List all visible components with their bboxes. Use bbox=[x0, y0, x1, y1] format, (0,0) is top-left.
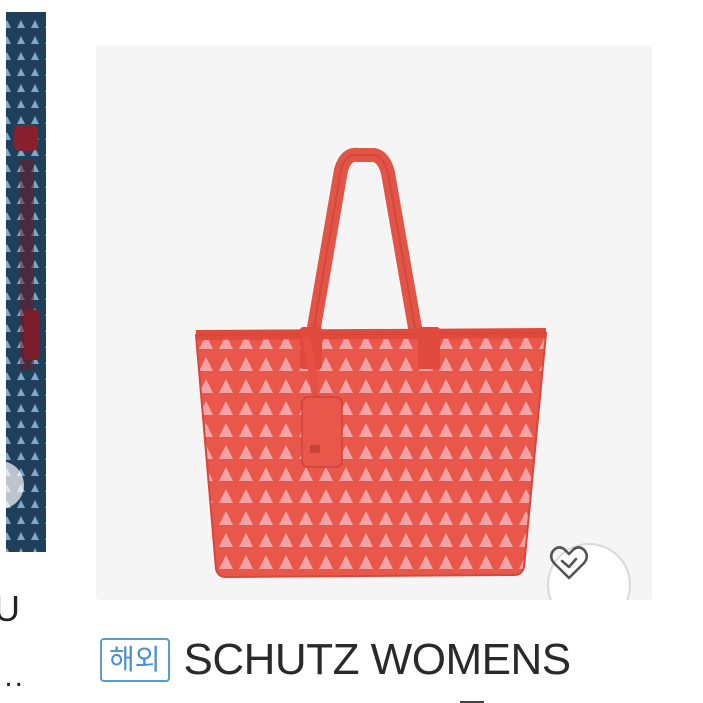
product-card-left[interactable]: U ... bbox=[0, 0, 46, 703]
overseas-badge: 해외 bbox=[100, 638, 170, 682]
product-title-left-ellipsis: ... bbox=[0, 660, 26, 693]
product-title-line2-cropped bbox=[100, 694, 560, 703]
product-image bbox=[194, 147, 548, 579]
product-thumbnail-left[interactable] bbox=[0, 0, 46, 552]
product-grid: U ... bbox=[0, 0, 703, 703]
heart-icon bbox=[549, 546, 589, 580]
product-title-left[interactable]: U bbox=[0, 588, 20, 630]
product-title-row[interactable]: 해외 SCHUTZ WOMENS bbox=[100, 630, 571, 690]
product-card[interactable]: 해외 SCHUTZ WOMENS bbox=[96, 0, 703, 703]
product-title[interactable]: SCHUTZ WOMENS bbox=[184, 635, 572, 685]
product-image-left bbox=[0, 0, 46, 552]
product-thumbnail[interactable] bbox=[96, 45, 652, 600]
